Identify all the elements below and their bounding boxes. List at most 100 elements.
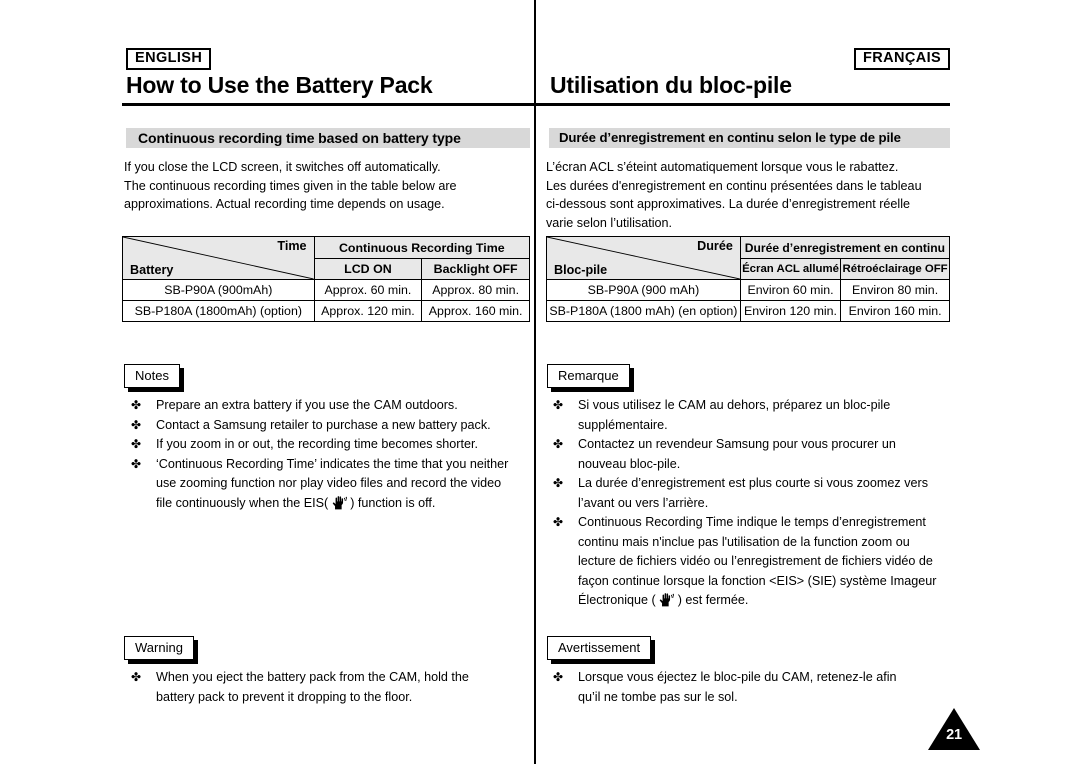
list-item-text-before-icon: file continuously when the EIS( <box>156 495 332 510</box>
bullet-icon: ✤ <box>553 476 564 490</box>
list-item-line: battery pack to prevent it dropping to t… <box>156 689 413 704</box>
list-item: ✤ Continuous Recording Time indique le t… <box>548 513 952 611</box>
bullet-icon: ✤ <box>553 398 564 412</box>
bullet-icon: ✤ <box>131 456 142 471</box>
table-corner-bottom-label: Battery <box>130 263 174 277</box>
intro-line: L’écran ACL s’éteint automatiquement lor… <box>546 160 899 174</box>
bullet-icon: ✤ <box>131 417 142 432</box>
bullet-icon: ✤ <box>131 398 142 412</box>
list-item-line-with-icon: file continuously when the EIS( ) functi… <box>156 494 530 514</box>
warning-label-french: Avertissement <box>547 636 652 660</box>
list-item: ✤ ‘Continuous Recording Time’ indicates … <box>126 455 530 514</box>
list-item-line: La durée d’enregistrement est plus court… <box>578 476 928 490</box>
page-title-french: Utilisation du bloc-pile <box>550 72 792 98</box>
section-band-english: Continuous recording time based on batte… <box>126 128 530 148</box>
table-row: SB-P180A (1800 mAh) (en option) Environ … <box>546 300 950 322</box>
table-subheader-retroeclairage-french: Rétroéclairage OFF <box>840 258 950 280</box>
language-tag-french-row: FRANÇAIS <box>854 48 951 70</box>
table-group-header-french: Durée d’enregistrement en continu <box>739 236 951 259</box>
list-item-line: nouveau bloc-pile. <box>578 456 681 471</box>
notes-label-english: Notes <box>124 364 180 388</box>
list-item: ✤ Lorsque vous éjectez le bloc-pile du C… <box>548 668 952 707</box>
bullet-icon: ✤ <box>553 670 564 684</box>
list-item-line: When you eject the battery pack from the… <box>156 670 469 684</box>
cell-backlight-off-time: Approx. 80 min. <box>421 279 530 301</box>
language-tag-english: ENGLISH <box>126 48 212 70</box>
table-corner-top-label: Time <box>277 239 307 253</box>
list-item-line: continu mais n'inclue pas l'utilisation … <box>578 534 910 549</box>
cell-battery-model: SB-P90A (900 mAh) <box>546 279 741 301</box>
list-item-text-before-icon: Électronique ( <box>578 593 660 607</box>
table-corner-top-label: Durée <box>697 239 733 253</box>
list-item-line: façon continue lorsque la fonction <EIS>… <box>578 573 937 588</box>
table-subheader-backlight-off-english: Backlight OFF <box>421 258 530 280</box>
table-row: SB-P180A (1800mAh) (option) Approx. 120 … <box>122 300 530 322</box>
list-item-line: l’avant ou vers l’arrière. <box>578 495 709 510</box>
language-tag-english-row: ENGLISH <box>126 48 212 70</box>
list-item-line: Lorsque vous éjectez le bloc-pile du CAM… <box>578 670 897 684</box>
title-rule-french <box>536 103 950 106</box>
hand-stabilizer-icon <box>332 495 347 509</box>
intro-line: ci-dessous sont approximatives. La durée… <box>546 197 911 211</box>
list-item: ✤ Si vous utilisez le CAM au dehors, pré… <box>548 396 952 435</box>
bullet-icon: ✤ <box>553 515 564 529</box>
cell-lcd-on-time: Environ 120 min. <box>739 300 842 322</box>
cell-backlight-off-time: Approx. 160 min. <box>421 300 530 322</box>
list-item-line: use zooming function nor play video file… <box>156 476 502 490</box>
list-item-line: If you zoom in or out, the recording tim… <box>156 437 478 451</box>
list-item-line: supplémentaire. <box>578 417 668 432</box>
page-number: 21 <box>946 727 962 743</box>
table-subheader-lcd-on-english: LCD ON <box>313 258 423 280</box>
list-item-line: Prepare an extra battery if you use the … <box>156 398 458 412</box>
cell-lcd-on-time: Approx. 120 min. <box>313 300 423 322</box>
warning-list-english: ✤ When you eject the battery pack from t… <box>126 668 530 707</box>
warning-list-french: ✤ Lorsque vous éjectez le bloc-pile du C… <box>548 668 952 707</box>
cell-backlight-off-time: Environ 80 min. <box>840 279 950 301</box>
list-item-text-after-icon: ) est fermée. <box>674 593 749 607</box>
intro-line: The continuous recording times given in … <box>124 178 457 193</box>
cell-lcd-on-time: Environ 60 min. <box>739 279 842 301</box>
title-rule-english <box>122 103 534 106</box>
page-number-badge: 21 <box>928 708 980 750</box>
intro-line: If you close the LCD screen, it switches… <box>124 160 441 174</box>
list-item: ✤ Prepare an extra battery if you use th… <box>126 396 530 416</box>
table-group-header-english: Continuous Recording Time <box>313 236 531 259</box>
battery-recording-time-table-english: Time Battery Continuous Recording Time L… <box>122 236 531 322</box>
table-row: SB-P90A (900 mAh) Environ 60 min. Enviro… <box>546 279 950 301</box>
notes-list-french: ✤ Si vous utilisez le CAM au dehors, pré… <box>548 396 952 611</box>
section-band-french: Durée d’enregistrement en continu selon … <box>549 128 950 148</box>
warning-label-english: Warning <box>124 636 194 660</box>
cell-battery-model: SB-P180A (1800mAh) (option) <box>122 300 315 322</box>
table-corner-cell-english: Time Battery <box>122 236 315 280</box>
intro-line: approximations. Actual recording time de… <box>124 197 445 211</box>
list-item: ✤ Contact a Samsung retailer to purchase… <box>126 416 530 436</box>
cell-battery-model: SB-P90A (900mAh) <box>122 279 315 301</box>
hand-stabilizer-icon <box>660 593 675 607</box>
list-item-line: ‘Continuous Recording Time’ indicates th… <box>156 456 509 471</box>
cell-backlight-off-time: Environ 160 min. <box>840 300 950 322</box>
table-row: SB-P90A (900mAh) Approx. 60 min. Approx.… <box>122 279 530 301</box>
list-item: ✤ La durée d’enregistrement est plus cou… <box>548 474 952 513</box>
cell-lcd-on-time: Approx. 60 min. <box>313 279 423 301</box>
notes-list-english: ✤ Prepare an extra battery if you use th… <box>126 396 530 513</box>
list-item-line: Contactez un revendeur Samsung pour vous… <box>578 437 896 451</box>
notes-label-french: Remarque <box>547 364 630 388</box>
table-corner-bottom-label: Bloc-pile <box>554 263 608 277</box>
bullet-icon: ✤ <box>131 437 142 451</box>
list-item: ✤ If you zoom in or out, the recording t… <box>126 435 530 455</box>
battery-recording-time-table-french: Durée Bloc-pile Durée d’enregistrement e… <box>546 236 951 322</box>
page-spine-divider <box>534 0 536 764</box>
list-item-line: Si vous utilisez le CAM au dehors, prépa… <box>578 398 891 412</box>
page-title-english: How to Use the Battery Pack <box>126 72 433 98</box>
intro-line: Les durées d'enregistrement en continu p… <box>546 178 922 193</box>
table-corner-cell-french: Durée Bloc-pile <box>546 236 741 280</box>
list-item-line-with-icon: Électronique ( ) est fermée. <box>578 591 952 611</box>
list-item-line: Continuous Recording Time indique le tem… <box>578 515 926 529</box>
list-item-line: Contact a Samsung retailer to purchase a… <box>156 417 491 432</box>
language-tag-french: FRANÇAIS <box>854 48 951 70</box>
table-subheader-ecran-acl-french: Écran ACL allumé <box>739 258 842 280</box>
list-item: ✤ When you eject the battery pack from t… <box>126 668 530 707</box>
list-item: ✤ Contactez un revendeur Samsung pour vo… <box>548 435 952 474</box>
intro-paragraph-french: L’écran ACL s’éteint automatiquement lor… <box>546 158 952 232</box>
intro-line: varie selon l’utilisation. <box>546 215 672 230</box>
